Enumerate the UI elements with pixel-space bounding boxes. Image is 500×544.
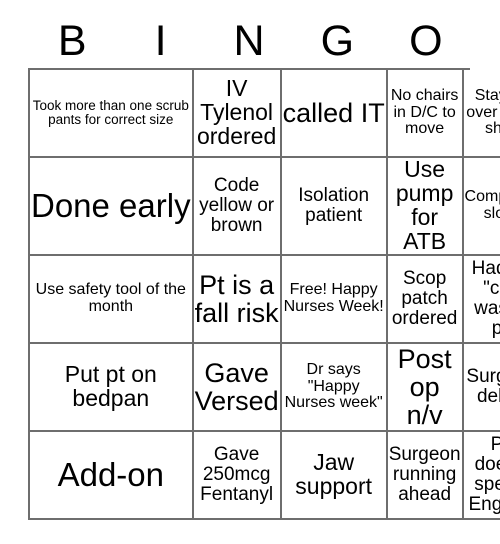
bingo-cell-label: Dr says "Happy Nurses week" (284, 360, 383, 412)
bingo-cell-g1[interactable]: No chairs in D/C to move (387, 70, 464, 159)
bingo-cell-b3[interactable]: Use safety tool of the month (30, 255, 194, 344)
bingo-cell-label: Free! Happy Nurses Week! (283, 281, 384, 315)
bingo-cell-label: Done early (31, 186, 191, 224)
bingo-cell-label: IV Tylenol ordered (196, 75, 277, 149)
bingo-header-letter-o: O (409, 16, 443, 65)
bingo-cell-label: Post op n/v (397, 343, 452, 430)
bingo-cell-n2[interactable]: Isolation patient (281, 158, 388, 256)
bingo-cell-o3[interactable]: Had to "car wash" pt (463, 255, 500, 344)
bingo-header-letter-b: B (57, 16, 87, 65)
bingo-cell-label: Put pt on bedpan (64, 360, 157, 411)
bingo-cell-label: Took more than one scrub pants for corre… (32, 98, 189, 128)
bingo-cell-i3[interactable]: Pt is a fall risk (193, 255, 282, 344)
bingo-cell-label: Pt is a fall risk (194, 269, 279, 328)
bingo-cell-g3[interactable]: Scop patch ordered (387, 255, 464, 344)
bingo-cell-label: Use pump for ATB (395, 156, 454, 254)
bingo-cell-i4[interactable]: Gave Versed (193, 343, 282, 432)
bingo-cell-label: Surgery delay (466, 366, 500, 407)
bingo-cell-n5[interactable]: Jaw support (281, 431, 388, 520)
bingo-cell-g5[interactable]: Surgeon running ahead (387, 431, 464, 520)
bingo-cell-label: Jaw support (295, 449, 373, 499)
bingo-cell-o5[interactable]: Pt does't speak Engilsh (463, 431, 500, 520)
bingo-cell-free-space[interactable]: Free! Happy Nurses Week! (281, 255, 388, 344)
bingo-cell-label: Gave 250mcg Fentanyl (200, 444, 274, 505)
bingo-header-row: B I N G O (28, 14, 470, 68)
bingo-card: B I N G O Took more than one scrub pants… (0, 0, 500, 544)
bingo-cell-i1[interactable]: IV Tylenol ordered (193, 70, 282, 159)
bingo-cell-b2[interactable]: Done early (30, 158, 194, 256)
bingo-cell-o1[interactable]: Stayed over your shift (463, 70, 500, 159)
bingo-cell-label: Isolation patient (298, 185, 370, 226)
bingo-cell-label: Gave Versed (194, 357, 279, 416)
bingo-cell-g4[interactable]: Post op n/v (387, 343, 464, 432)
bingo-cell-label: Code yellow or brown (199, 175, 275, 236)
bingo-grid: Took more than one scrub pants for corre… (28, 68, 500, 520)
bingo-cell-i2[interactable]: Code yellow or brown (193, 158, 282, 256)
bingo-cell-b1[interactable]: Took more than one scrub pants for corre… (30, 70, 194, 159)
bingo-cell-label: Pt does't speak Engilsh (468, 434, 500, 515)
bingo-cell-n1[interactable]: called IT (281, 70, 388, 159)
bingo-cell-label: No chairs in D/C to move (390, 87, 459, 138)
bingo-cell-label: Computer slow (464, 188, 500, 222)
bingo-header-letter-n: N (233, 16, 265, 65)
bingo-cell-label: Had to "car wash" pt (471, 258, 500, 339)
bingo-cell-label: Surgeon running ahead (388, 444, 461, 505)
bingo-header-letter-g: G (320, 16, 355, 65)
bingo-cell-label: Stayed over your shift (466, 87, 500, 138)
bingo-cell-b4[interactable]: Put pt on bedpan (30, 343, 194, 432)
bingo-cell-g2[interactable]: Use pump for ATB (387, 156, 464, 256)
bingo-cell-label: Add-on (57, 455, 164, 493)
bingo-cell-label: called IT (282, 98, 385, 128)
bingo-cell-o2[interactable]: Computer slow (463, 158, 500, 256)
bingo-cell-label: Use safety tool of the month (35, 281, 186, 315)
bingo-cell-label: Scop patch ordered (391, 268, 458, 329)
bingo-cell-o4[interactable]: Surgery delay (463, 343, 500, 432)
bingo-cell-i5[interactable]: Gave 250mcg Fentanyl (193, 431, 282, 520)
bingo-header-letter-i: I (154, 16, 167, 65)
bingo-cell-b5[interactable]: Add-on (30, 431, 194, 520)
bingo-cell-n4[interactable]: Dr says "Happy Nurses week" (281, 343, 388, 432)
